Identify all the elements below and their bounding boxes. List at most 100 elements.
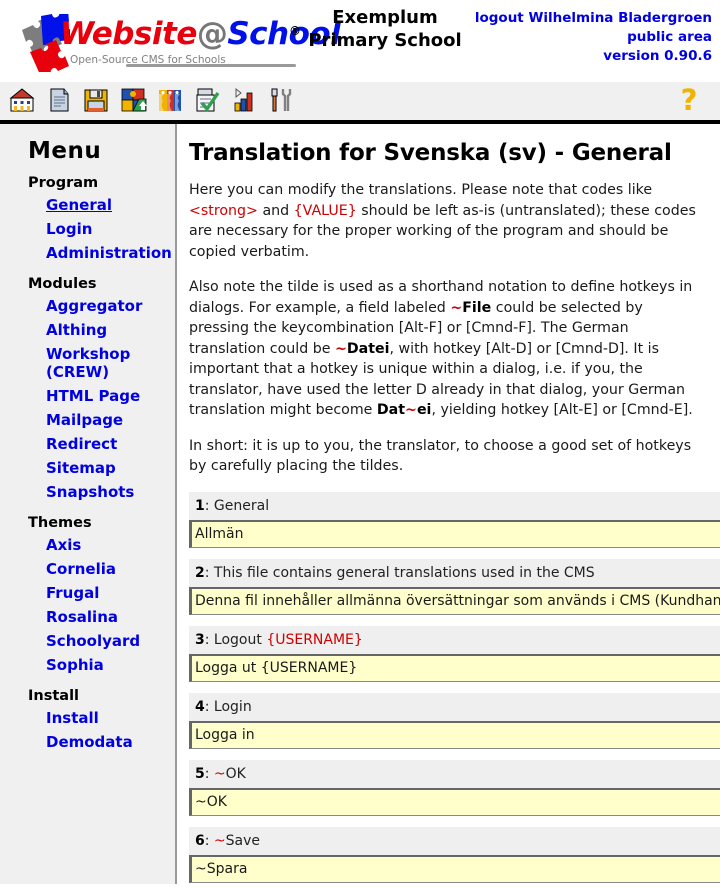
logout-link[interactable]: logout Wilhelmina Bladergroen [475, 9, 712, 28]
sidebar-item-sitemap[interactable]: Sitemap [0, 456, 175, 480]
toolbar-icon-group [8, 86, 295, 114]
sidebar-item-mailpage[interactable]: Mailpage [0, 408, 175, 432]
translation-label-text: This file contains general translations … [213, 564, 595, 581]
p2-hotkey-datei: ~Datei [335, 341, 390, 357]
page-header: Website@School Open-Source CMS for Schoo… [0, 0, 720, 82]
logo-word-part2: te [162, 16, 197, 52]
translation-label-variable: {USERNAME} [266, 631, 363, 648]
school-name: Exemplum Primary School [300, 6, 470, 52]
sidebar-item-workshop-crew[interactable]: Workshop (CREW) [0, 342, 175, 384]
tasks-checklist-icon[interactable] [193, 86, 221, 114]
translation-label-text: OK [225, 765, 246, 782]
statistics-chart-icon[interactable] [230, 86, 258, 114]
sidebar-item-aggregator[interactable]: Aggregator [0, 294, 175, 318]
sidebar-item-redirect[interactable]: Redirect [0, 432, 175, 456]
sidebar-item-axis[interactable]: Axis [0, 533, 175, 557]
translation-label: 4: Login [189, 692, 720, 721]
translation-index: 4 [195, 698, 205, 715]
users-group-icon[interactable] [156, 86, 184, 114]
intro-paragraph-1: Here you can modify the translations. Pl… [189, 180, 706, 262]
user-status-block: logout Wilhelmina Bladergroen public are… [475, 9, 712, 66]
main-content: Translation for Svenska (sv) - General H… [177, 124, 720, 884]
p2-hotkey-datei-alt: Dat~ei [377, 402, 432, 418]
intro-paragraph-3: In short: it is up to you, the translato… [189, 437, 692, 475]
translation-label-tilde: ~ [213, 832, 226, 849]
translation-label: 5: ~OK [189, 759, 720, 788]
translation-row: 5: ~OK [189, 759, 720, 816]
translation-row: 4: Login [189, 692, 720, 749]
translation-row: 1: General [189, 491, 720, 548]
page-title: Translation for Svenska (sv) - General [189, 140, 672, 166]
translation-label-tilde: ~ [213, 765, 226, 782]
sidebar: Menu Program General Login Administration Mo… [0, 124, 177, 884]
translation-label-separator: : [204, 765, 214, 782]
sidebar-item-cornelia[interactable]: Cornelia [0, 557, 175, 581]
logo-at-symbol: @ [196, 16, 228, 52]
sidebar-item-althing[interactable]: Althing [0, 318, 175, 342]
translation-input[interactable] [189, 653, 720, 682]
translation-form: 1: General 2: This file contains general … [189, 491, 720, 885]
translation-index: 3 [195, 631, 205, 648]
translation-row: 2: This file contains general translatio… [189, 558, 720, 615]
save-disk-icon[interactable] [82, 86, 110, 114]
sidebar-item-schoolyard[interactable]: Schoolyard [0, 629, 175, 653]
translation-label: 1: General [189, 491, 720, 520]
page-body: Menu Program General Login Administration Mo… [0, 124, 720, 884]
site-logo[interactable]: Website@School Open-Source CMS for Schoo… [8, 10, 341, 72]
translation-label-separator: : [204, 698, 214, 715]
sidebar-item-sophia[interactable]: Sophia [0, 653, 175, 677]
sidebar-title: Menu [28, 138, 102, 164]
translation-row: 3: Logout {USERNAME} [189, 625, 720, 682]
translation-input[interactable] [189, 519, 720, 548]
translation-label-text: General [213, 497, 270, 514]
translation-label-separator: : [204, 832, 214, 849]
translation-label-separator: : [204, 497, 214, 514]
translation-index: 5 [195, 765, 205, 782]
sidebar-group-program: Program [28, 175, 99, 191]
translation-label-text: Logout [213, 631, 267, 648]
p2-hotkey-file-text: File [462, 299, 492, 316]
p2-hotkey-datei-text: Datei [346, 340, 390, 357]
tools-wrench-icon[interactable] [267, 86, 295, 114]
translation-input[interactable] [189, 586, 720, 615]
sidebar-item-install[interactable]: Install [0, 706, 175, 730]
p1-code-value: {VALUE} [293, 202, 357, 219]
translation-label: 2: This file contains general translatio… [189, 558, 720, 587]
sidebar-item-login[interactable]: Login [0, 217, 175, 241]
translation-input[interactable] [189, 854, 720, 883]
sidebar-item-frugal[interactable]: Frugal [0, 581, 175, 605]
sidebar-item-general[interactable]: General [0, 193, 175, 217]
sidebar-menu: Program General Login Administration Modules… [0, 164, 175, 754]
translation-label-text: Login [213, 698, 252, 715]
logo-tagline: Open-Source CMS for Schools [70, 54, 226, 66]
translation-label-separator: : [204, 631, 214, 648]
modules-puzzle-icon[interactable] [119, 86, 147, 114]
p2-hotkey-datei-alt-tilde: ~ [405, 402, 417, 418]
p1-seg2: and [257, 202, 294, 219]
translation-input[interactable] [189, 720, 720, 749]
sidebar-item-demodata[interactable]: Demodata [0, 730, 175, 754]
p1-seg1: Here you can modify the translations. Pl… [189, 182, 653, 198]
logo-word-part1: Websi [60, 16, 163, 52]
page-icon[interactable] [45, 86, 73, 114]
sidebar-group-themes: Themes [28, 515, 92, 531]
school-name-line2: Primary School [308, 30, 462, 51]
translation-label-text: Save [225, 832, 261, 849]
p2-seg4: , yielding hotkey [Alt-E] or [Cmnd-E]. [431, 402, 693, 418]
translation-index: 2 [195, 564, 205, 581]
sidebar-item-html-page[interactable]: HTML Page [0, 384, 175, 408]
p2-hotkey-datei-tilde: ~ [334, 340, 347, 357]
translation-index: 6 [195, 832, 205, 849]
home-icon[interactable] [8, 86, 36, 114]
sidebar-item-rosalina[interactable]: Rosalina [0, 605, 175, 629]
sidebar-group-modules: Modules [28, 276, 97, 292]
sidebar-item-snapshots[interactable]: Snapshots [0, 480, 175, 504]
school-name-line1: Exemplum [332, 7, 438, 28]
sidebar-item-administration[interactable]: Administration [0, 241, 175, 265]
translation-input[interactable] [189, 787, 720, 816]
intro-paragraph-2: Also note the tilde is used as a shortha… [189, 277, 706, 421]
p2-hotkey-file: ~File [450, 300, 491, 316]
help-icon[interactable]: ? [676, 86, 702, 116]
translation-row: 6: ~Save [189, 826, 720, 883]
translation-label: 3: Logout {USERNAME} [189, 625, 720, 654]
